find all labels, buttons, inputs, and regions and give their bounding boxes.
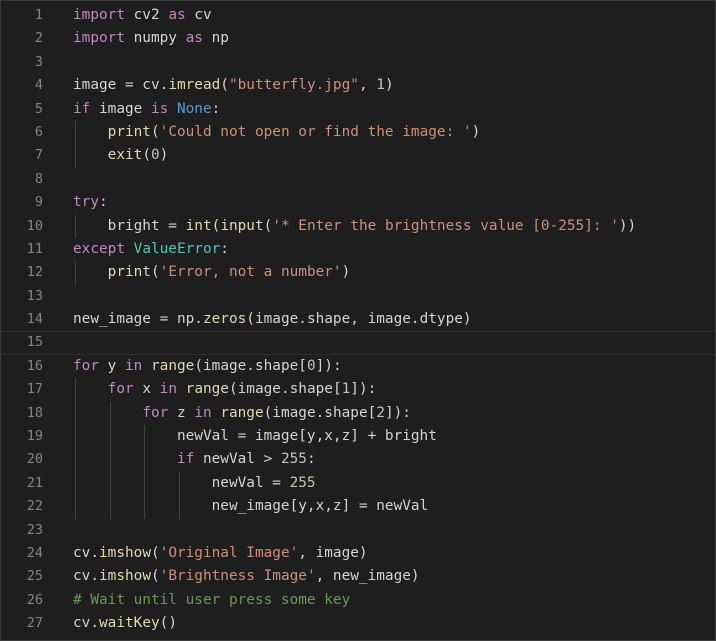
line-number: 18 [26, 404, 43, 421]
code-line[interactable]: 16 for y in range(image.shape[0]): [1, 355, 715, 378]
code-text: image = cv.imread("butterfly.jpg", 1) [73, 77, 394, 94]
line-number: 2 [34, 30, 43, 47]
code-line[interactable]: 24 cv.imshow('Original Image', image) [1, 542, 715, 565]
line-number: 9 [34, 194, 43, 211]
line-number: 25 [26, 568, 43, 585]
line-number: 7 [34, 147, 43, 164]
code-line[interactable]: 2 import numpy as np [1, 27, 715, 50]
line-number: 1 [34, 7, 43, 23]
code-text: import cv2 as cv [73, 7, 212, 23]
code-text: for y in range(image.shape[0]): [73, 357, 342, 374]
code-line[interactable]: 18 for z in range(image.shape[2]): [1, 401, 715, 426]
code-text: bright = int(input('* Enter the brightne… [73, 217, 637, 234]
code-lines[interactable]: 1 import cv2 as cv 2 import numpy as np 3 4 im… [1, 4, 715, 636]
line-number: 3 [34, 53, 43, 70]
code-text: cv.waitKey() [73, 615, 177, 632]
code-text: cv.imshow('Original Image', image) [73, 544, 368, 561]
code-line[interactable]: 1 import cv2 as cv [1, 4, 715, 27]
code-editor[interactable]: 1 import cv2 as cv 2 import numpy as np 3 4 im… [0, 0, 716, 641]
code-line[interactable]: 5 if image is None: [1, 98, 715, 121]
code-line[interactable]: 3 [1, 51, 715, 74]
line-number: 14 [26, 311, 43, 328]
code-line[interactable]: 10 bright = int(input('* Enter the brigh… [1, 214, 715, 238]
code-text: cv.imshow('Brightness Image', new_image) [73, 568, 420, 585]
line-number: 27 [26, 615, 43, 632]
code-text: if newVal > 255: [176, 451, 316, 468]
code-text: new_image[y,x,z] = newVal [73, 498, 429, 515]
line-number: 15 [26, 334, 43, 351]
code-text: newVal = 255 [73, 474, 316, 491]
code-line[interactable]: 13 [1, 285, 715, 308]
code-text: newVal = image[y,x,z] + bright [73, 428, 437, 445]
line-number: 19 [26, 428, 43, 445]
line-number: 17 [26, 381, 43, 398]
code-line[interactable]: 9 try: [1, 191, 715, 214]
code-text: print('Error, not a number') [107, 264, 351, 281]
code-line[interactable]: 27 cv.waitKey() [1, 612, 715, 635]
line-number: 12 [26, 264, 43, 281]
line-number: 8 [34, 170, 43, 187]
code-line[interactable]: 21 newVal = 255 [1, 471, 715, 496]
line-number: 26 [26, 591, 43, 608]
code-line[interactable]: 4 image = cv.imread("butterfly.jpg", 1) [1, 74, 715, 97]
line-number: 13 [26, 287, 43, 304]
line-number: 21 [26, 474, 43, 491]
code-line[interactable]: 12 print('Error, not a number') [1, 261, 715, 285]
code-line[interactable]: 17 for x in range(image.shape[1]): [1, 378, 715, 402]
line-number: 22 [26, 498, 43, 515]
code-line[interactable]: 14 new_image = np.zeros(image.shape, imag… [1, 308, 715, 331]
line-number: 4 [34, 77, 43, 94]
code-text: try: [73, 194, 108, 211]
line-number: 11 [26, 240, 43, 257]
line-number: 10 [26, 217, 43, 234]
line-number: 16 [26, 357, 43, 374]
code-line[interactable]: 26 # Wait until user press some key [1, 589, 715, 612]
code-text: # Wait until user press some key [73, 591, 351, 608]
line-number: 5 [34, 100, 43, 117]
code-text: if image is None: [73, 100, 221, 117]
code-text: except ValueError: [73, 240, 229, 257]
code-line[interactable]: 8 [1, 168, 715, 191]
code-line[interactable]: 11 except ValueError: [1, 238, 715, 261]
code-text: import numpy as np [73, 30, 229, 47]
code-line[interactable]: 19 newVal = image[y,x,z] + bright [1, 425, 715, 449]
line-number: 23 [26, 521, 43, 538]
line-number: 6 [34, 123, 43, 140]
code-line[interactable]: 7 exit(0) [1, 144, 715, 168]
code-line[interactable]: 23 [1, 519, 715, 542]
code-text: for z in range(image.shape[2]): [142, 404, 411, 421]
code-text: new_image = np.zeros(image.shape, image.… [73, 311, 472, 328]
code-text: exit(0) [107, 147, 169, 164]
code-line[interactable]: 6 print('Could not open or find the imag… [1, 120, 715, 145]
code-line[interactable]: 25 cv.imshow('Brightness Image', new_imag… [1, 565, 715, 588]
code-line[interactable]: 20 if newVal > 255: [1, 448, 715, 472]
code-text: print('Could not open or find the image:… [107, 123, 481, 140]
code-line[interactable]: 22 new_image[y,x,z] = newVal [1, 495, 715, 519]
code-line[interactable]: 15 [1, 331, 715, 355]
line-number: 20 [26, 451, 43, 468]
code-text: for x in range(image.shape[1]): [107, 381, 377, 398]
line-number: 24 [26, 544, 43, 561]
